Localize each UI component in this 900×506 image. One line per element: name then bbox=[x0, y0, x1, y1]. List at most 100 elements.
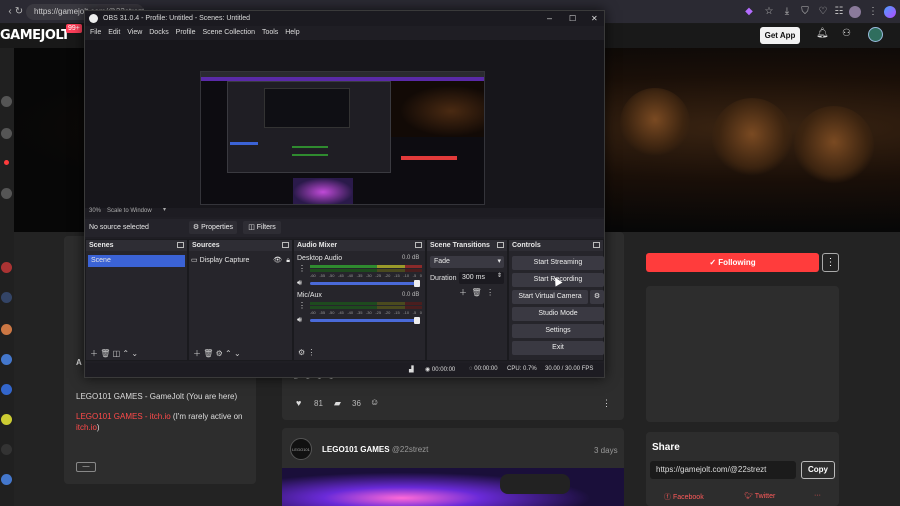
exit-button[interactable]: Exit bbox=[512, 341, 604, 355]
copilot-icon[interactable] bbox=[884, 6, 896, 18]
channel-menu-icon[interactable]: ⋮ bbox=[298, 264, 306, 273]
download-icon[interactable]: ⤓ bbox=[780, 0, 794, 24]
get-app-button[interactable]: Get App bbox=[760, 27, 800, 44]
start-streaming-button[interactable]: Start Streaming bbox=[512, 256, 604, 270]
trash-icon[interactable]: 🗑︎ bbox=[203, 349, 213, 358]
following-button[interactable]: ✓ Following bbox=[646, 253, 819, 272]
volume-slider[interactable] bbox=[310, 282, 418, 285]
transition-select[interactable]: Fade ▾ bbox=[430, 256, 504, 268]
share-facebook[interactable]: ⓕ Facebook bbox=[664, 492, 704, 502]
lock-icon[interactable]: 🔒︎ bbox=[286, 255, 290, 267]
undock-icon[interactable] bbox=[177, 242, 184, 248]
heart-icon[interactable]: ♡ bbox=[816, 0, 830, 24]
sidebar-item[interactable] bbox=[1, 128, 12, 139]
add-icon[interactable]: ＋ bbox=[193, 349, 201, 358]
volume-slider[interactable] bbox=[310, 319, 418, 322]
post-image[interactable] bbox=[282, 468, 624, 506]
bell-icon[interactable]: 🔔︎ bbox=[816, 28, 829, 39]
menu-scene-collection[interactable]: Scene Collection bbox=[202, 26, 255, 40]
minimize-icon[interactable]: – bbox=[547, 11, 552, 26]
volume-slider-handle[interactable] bbox=[414, 280, 420, 287]
advanced-audio-icon[interactable]: ⚙ bbox=[298, 348, 305, 357]
sidebar-item[interactable] bbox=[1, 292, 12, 303]
bookmarks-icon[interactable]: ☷ bbox=[832, 0, 846, 24]
extension-icon[interactable]: ◆ bbox=[742, 0, 756, 24]
eye-icon[interactable]: 👁︎ bbox=[273, 255, 282, 267]
duration-spinbox[interactable]: 300 ms ⇕ bbox=[459, 272, 504, 284]
down-arrow-icon[interactable]: ⌄ bbox=[234, 349, 241, 358]
source-item[interactable]: ▭ Display Capture 👁︎ 🔒︎ bbox=[191, 255, 290, 267]
preview-canvas[interactable] bbox=[200, 71, 485, 205]
comment-icon[interactable]: ▰ bbox=[334, 398, 341, 409]
filter-icon[interactable]: ◫ bbox=[113, 349, 121, 358]
collapse-button[interactable]: — bbox=[76, 462, 96, 472]
copy-button[interactable]: Copy bbox=[801, 461, 835, 479]
sidebar-item[interactable] bbox=[1, 262, 12, 273]
menu-edit[interactable]: Edit bbox=[108, 26, 120, 40]
maximize-icon[interactable]: ☐ bbox=[569, 11, 576, 26]
virtual-camera-settings-icon[interactable]: ⚙ bbox=[590, 290, 604, 304]
friends-icon[interactable]: ⚇ bbox=[842, 28, 851, 39]
add-icon[interactable]: ＋ bbox=[459, 288, 467, 297]
share-twitter[interactable]: 🐦︎ Twitter bbox=[744, 492, 775, 500]
share-url-field[interactable]: https://gamejolt.com/@22strezt bbox=[650, 461, 796, 479]
obs-preview-area[interactable] bbox=[85, 40, 604, 208]
undock-icon[interactable] bbox=[593, 242, 600, 248]
menu-profile[interactable]: Profile bbox=[176, 26, 196, 40]
volume-slider-handle[interactable] bbox=[414, 317, 420, 324]
menu-help[interactable]: Help bbox=[285, 26, 299, 40]
trash-icon[interactable]: 🗑︎ bbox=[100, 349, 110, 358]
menu-view[interactable]: View bbox=[127, 26, 142, 40]
gear-icon[interactable]: ⚙ bbox=[216, 349, 223, 358]
scene-item[interactable]: Scene bbox=[88, 255, 185, 267]
properties-button[interactable]: ⚙ Properties bbox=[189, 221, 237, 234]
settings-button[interactable]: Settings bbox=[512, 324, 604, 338]
sidebar-item[interactable] bbox=[1, 188, 12, 199]
up-arrow-icon[interactable]: ⌃ bbox=[225, 349, 232, 358]
sidebar-item[interactable] bbox=[1, 96, 12, 107]
profile-more-button[interactable]: ⋮ bbox=[822, 253, 839, 272]
itch-link[interactable]: LEGO101 GAMES - itch.io bbox=[76, 412, 171, 421]
sidebar-item[interactable] bbox=[1, 354, 12, 365]
site-logo[interactable]: GAMEJOLT bbox=[0, 28, 70, 43]
menu-tools[interactable]: Tools bbox=[262, 26, 278, 40]
down-arrow-icon[interactable]: ⌄ bbox=[131, 349, 138, 358]
star-icon[interactable]: ☆ bbox=[762, 0, 776, 24]
add-icon[interactable]: ＋ bbox=[90, 349, 98, 358]
close-icon[interactable]: ✕ bbox=[591, 11, 598, 26]
studio-mode-button[interactable]: Studio Mode bbox=[512, 307, 604, 321]
sidebar-item[interactable] bbox=[1, 444, 12, 455]
menu-icon[interactable]: ⋮ bbox=[866, 0, 880, 24]
start-virtual-camera-button[interactable]: Start Virtual Camera bbox=[512, 290, 588, 304]
menu-file[interactable]: File bbox=[90, 26, 101, 40]
user-avatar[interactable] bbox=[868, 27, 883, 42]
post-more-icon[interactable]: ⋮ bbox=[602, 398, 611, 409]
scale-mode[interactable]: Scale to Window bbox=[107, 208, 152, 214]
filters-button[interactable]: ◫ Filters bbox=[243, 221, 281, 234]
undock-icon[interactable] bbox=[282, 242, 289, 248]
share-more[interactable]: ··· bbox=[814, 492, 821, 499]
post-author[interactable]: LEGO101 GAMES @22strezt bbox=[322, 445, 428, 454]
post-avatar[interactable]: LEGO101 GAMES bbox=[290, 438, 312, 460]
scale-dropdown-icon[interactable]: ▾ bbox=[163, 206, 166, 213]
mixer-menu-icon[interactable]: ⋮ bbox=[307, 348, 315, 357]
trash-icon[interactable]: 🗑︎ bbox=[471, 288, 481, 297]
up-arrow-icon[interactable]: ⌃ bbox=[122, 349, 129, 358]
like-icon[interactable]: ♥ bbox=[296, 398, 301, 408]
sidebar-item[interactable] bbox=[1, 384, 12, 395]
shield-icon[interactable]: ⛉ bbox=[798, 0, 812, 24]
undock-icon[interactable] bbox=[497, 242, 504, 248]
sidebar-item[interactable] bbox=[1, 474, 12, 485]
profile-avatar[interactable] bbox=[849, 6, 861, 18]
itch-link[interactable]: itch.io bbox=[76, 423, 97, 432]
reload-icon[interactable]: ↻ bbox=[12, 0, 26, 24]
speaker-icon[interactable]: 🔊︎ bbox=[297, 278, 302, 288]
channel-menu-icon[interactable]: ⋮ bbox=[298, 301, 306, 310]
speaker-icon[interactable]: 🔊︎ bbox=[297, 315, 302, 325]
sidebar-item[interactable] bbox=[1, 324, 12, 335]
sidebar-item[interactable] bbox=[1, 414, 12, 425]
transition-menu-icon[interactable]: ⋮ bbox=[486, 288, 494, 297]
reaction-icon[interactable]: ☺ bbox=[370, 397, 379, 407]
undock-icon[interactable] bbox=[415, 242, 422, 248]
menu-docks[interactable]: Docks bbox=[149, 26, 168, 40]
